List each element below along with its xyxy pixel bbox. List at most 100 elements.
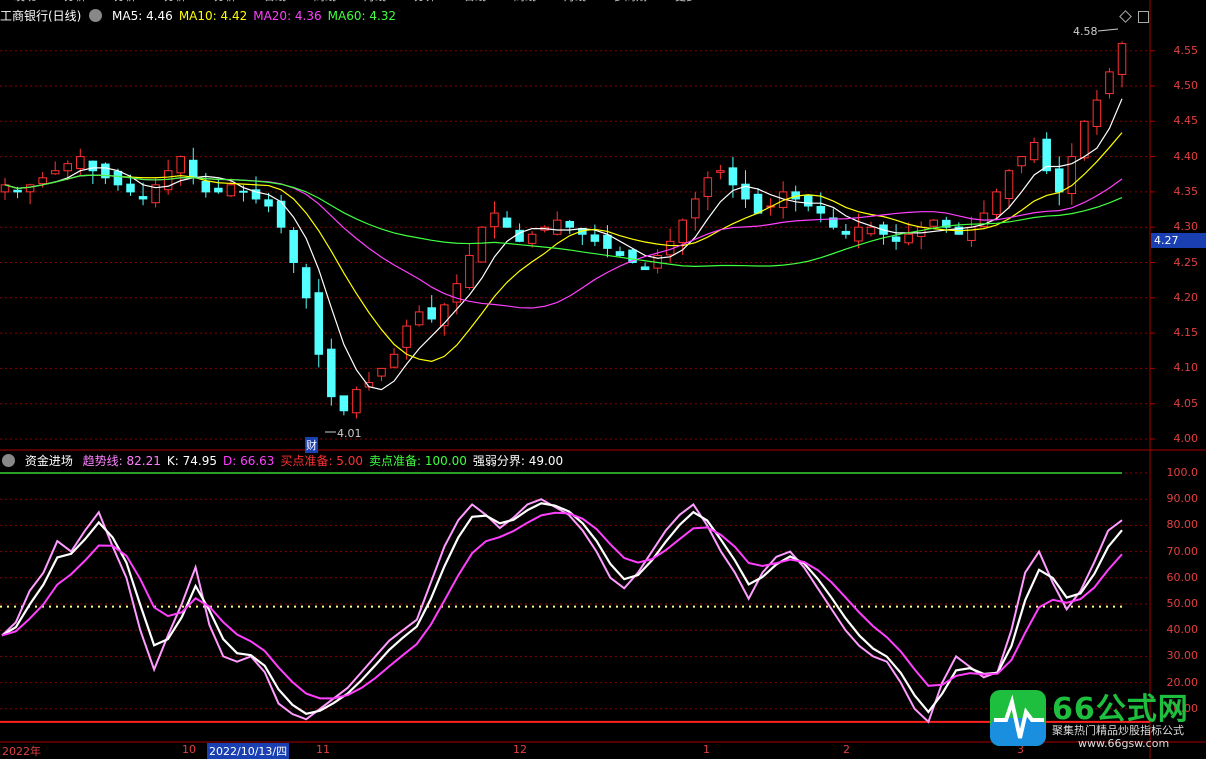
- menu-item-4[interactable]: 分析: [214, 0, 236, 3]
- window-icon[interactable]: [1138, 11, 1149, 23]
- menu-item-8[interactable]: 分钟: [414, 0, 436, 3]
- candle-body: [289, 230, 298, 263]
- indicator-title: 资金进场: [24, 454, 73, 468]
- price-tick-label: 4.20: [1173, 290, 1199, 304]
- candle: [490, 201, 499, 239]
- candle: [1017, 156, 1026, 174]
- candle-body: [590, 234, 600, 242]
- ma-line-ma10: [4, 132, 1123, 362]
- menu-item-13[interactable]: 更多: [675, 0, 697, 3]
- candle-body: [1017, 156, 1026, 167]
- main-price-pane[interactable]: [0, 28, 1127, 433]
- ma-label-0: MA5: 4.46: [112, 9, 173, 23]
- indicator-tick-label: 70.00: [1166, 544, 1199, 558]
- price-tick-label: 4.45: [1173, 114, 1199, 128]
- candle-body: [703, 177, 713, 197]
- indicator-tick-label: 80.00: [1166, 518, 1199, 532]
- candle-body: [126, 183, 135, 193]
- candle-body: [176, 156, 185, 174]
- price-tick-label: 4.30: [1173, 220, 1199, 234]
- candle: [101, 162, 110, 185]
- menu-item-5[interactable]: 日线: [264, 0, 286, 3]
- menu-item-12[interactable]: 多周期: [614, 0, 647, 3]
- candle-body: [188, 159, 198, 179]
- candle: [841, 223, 851, 239]
- menu-item-2[interactable]: 分析: [114, 0, 136, 3]
- candle: [741, 170, 750, 208]
- candle-body: [1105, 71, 1114, 95]
- candle-body: [565, 221, 575, 228]
- candle-body: [615, 251, 625, 256]
- candle-body: [816, 205, 826, 214]
- candle-body: [992, 191, 1001, 215]
- menu-item-9[interactable]: 日线: [464, 0, 486, 3]
- candle-body: [226, 184, 236, 197]
- candle: [327, 338, 336, 406]
- date-label: 2022年: [2, 745, 41, 758]
- date-label: 10: [182, 743, 196, 756]
- menu-item-6[interactable]: 周线: [314, 0, 336, 3]
- dropdown-icon[interactable]: [89, 9, 103, 22]
- chart-canvas[interactable]: [0, 0, 1206, 759]
- candle-body: [13, 189, 22, 193]
- candle-body: [753, 193, 763, 214]
- indicator-line-trend: [1, 498, 1123, 724]
- stock-title: 工商银行(日线): [0, 9, 82, 23]
- candle: [50, 161, 60, 175]
- menu-item-11[interactable]: 月线: [564, 0, 586, 3]
- candle: [0, 177, 10, 200]
- candle-body: [916, 226, 926, 237]
- menu-item-0[interactable]: 发现: [14, 0, 36, 3]
- candle: [88, 160, 98, 184]
- indicator-tick-label: 100.0: [1166, 466, 1199, 479]
- high-marker-arrow: [1097, 28, 1119, 32]
- dropdown-icon[interactable]: [2, 454, 15, 467]
- indicator-tick-label: 60.00: [1166, 570, 1199, 584]
- candle: [465, 243, 474, 290]
- candle-body: [38, 177, 47, 185]
- ma-line-ma60: [4, 174, 1123, 267]
- menu-item-10[interactable]: 周线: [514, 0, 536, 3]
- ma-label-3: MA60: 4.32: [327, 9, 397, 23]
- candle: [414, 305, 424, 327]
- candle-body: [138, 196, 148, 200]
- watermark-subtitle: 聚集热门精品炒股指标公式: [1052, 724, 1184, 737]
- indicator-tick-label: 50.00: [1166, 597, 1199, 610]
- candle: [1067, 143, 1077, 205]
- candle-body: [904, 233, 913, 244]
- candle-body: [490, 212, 499, 228]
- indicator-label-2: D: 66.63: [222, 454, 275, 468]
- candle: [477, 226, 487, 263]
- price-tick-label: 4.05: [1173, 396, 1199, 410]
- candle: [440, 302, 449, 336]
- candle-body: [1029, 141, 1039, 161]
- finance-tag[interactable]: 财: [305, 437, 318, 453]
- price-tick-label: 4.40: [1173, 149, 1199, 163]
- ma-line-ma20: [4, 174, 1123, 309]
- candle: [1029, 137, 1039, 163]
- top-menu-items[interactable]: 发现 分析 分析 分析 分析 日线 周线 月线 分钟 日线 周线 月线 多周期 更多: [0, 0, 711, 3]
- menu-item-3[interactable]: 分析: [164, 0, 186, 3]
- candle: [916, 221, 926, 250]
- candle: [967, 216, 976, 247]
- candle-body: [377, 367, 386, 377]
- menu-item-7[interactable]: 月线: [364, 0, 386, 3]
- date-label: 2022/10/13/四: [207, 743, 290, 759]
- current-price-badge: 4.27: [1151, 233, 1206, 248]
- indicator-label-1: K: 74.95: [166, 454, 217, 468]
- candle-body: [414, 311, 424, 326]
- candle: [879, 221, 888, 245]
- indicator-labels: 趋势线: 82.21 K: 74.95 D: 66.63 买点准备: 5.00 卖点准备…: [83, 454, 569, 468]
- menu-item-1[interactable]: 分析: [64, 0, 86, 3]
- top-menu[interactable]: 发现 分析 分析 分析 分析 日线 周线 月线 分钟 日线 周线 月线 多周期 更多: [0, 0, 717, 6]
- indicator-pane[interactable]: [0, 472, 1150, 724]
- indicator-tick-label: 90.00: [1166, 492, 1199, 506]
- candle: [502, 211, 512, 228]
- candle-body: [327, 348, 336, 398]
- indicator-label-4: 卖点准备: 100.00: [369, 454, 467, 468]
- candle: [389, 348, 399, 369]
- candle-body: [301, 267, 311, 299]
- price-tick-label: 4.35: [1173, 184, 1199, 198]
- candle: [1092, 89, 1102, 135]
- candle-body: [678, 219, 687, 243]
